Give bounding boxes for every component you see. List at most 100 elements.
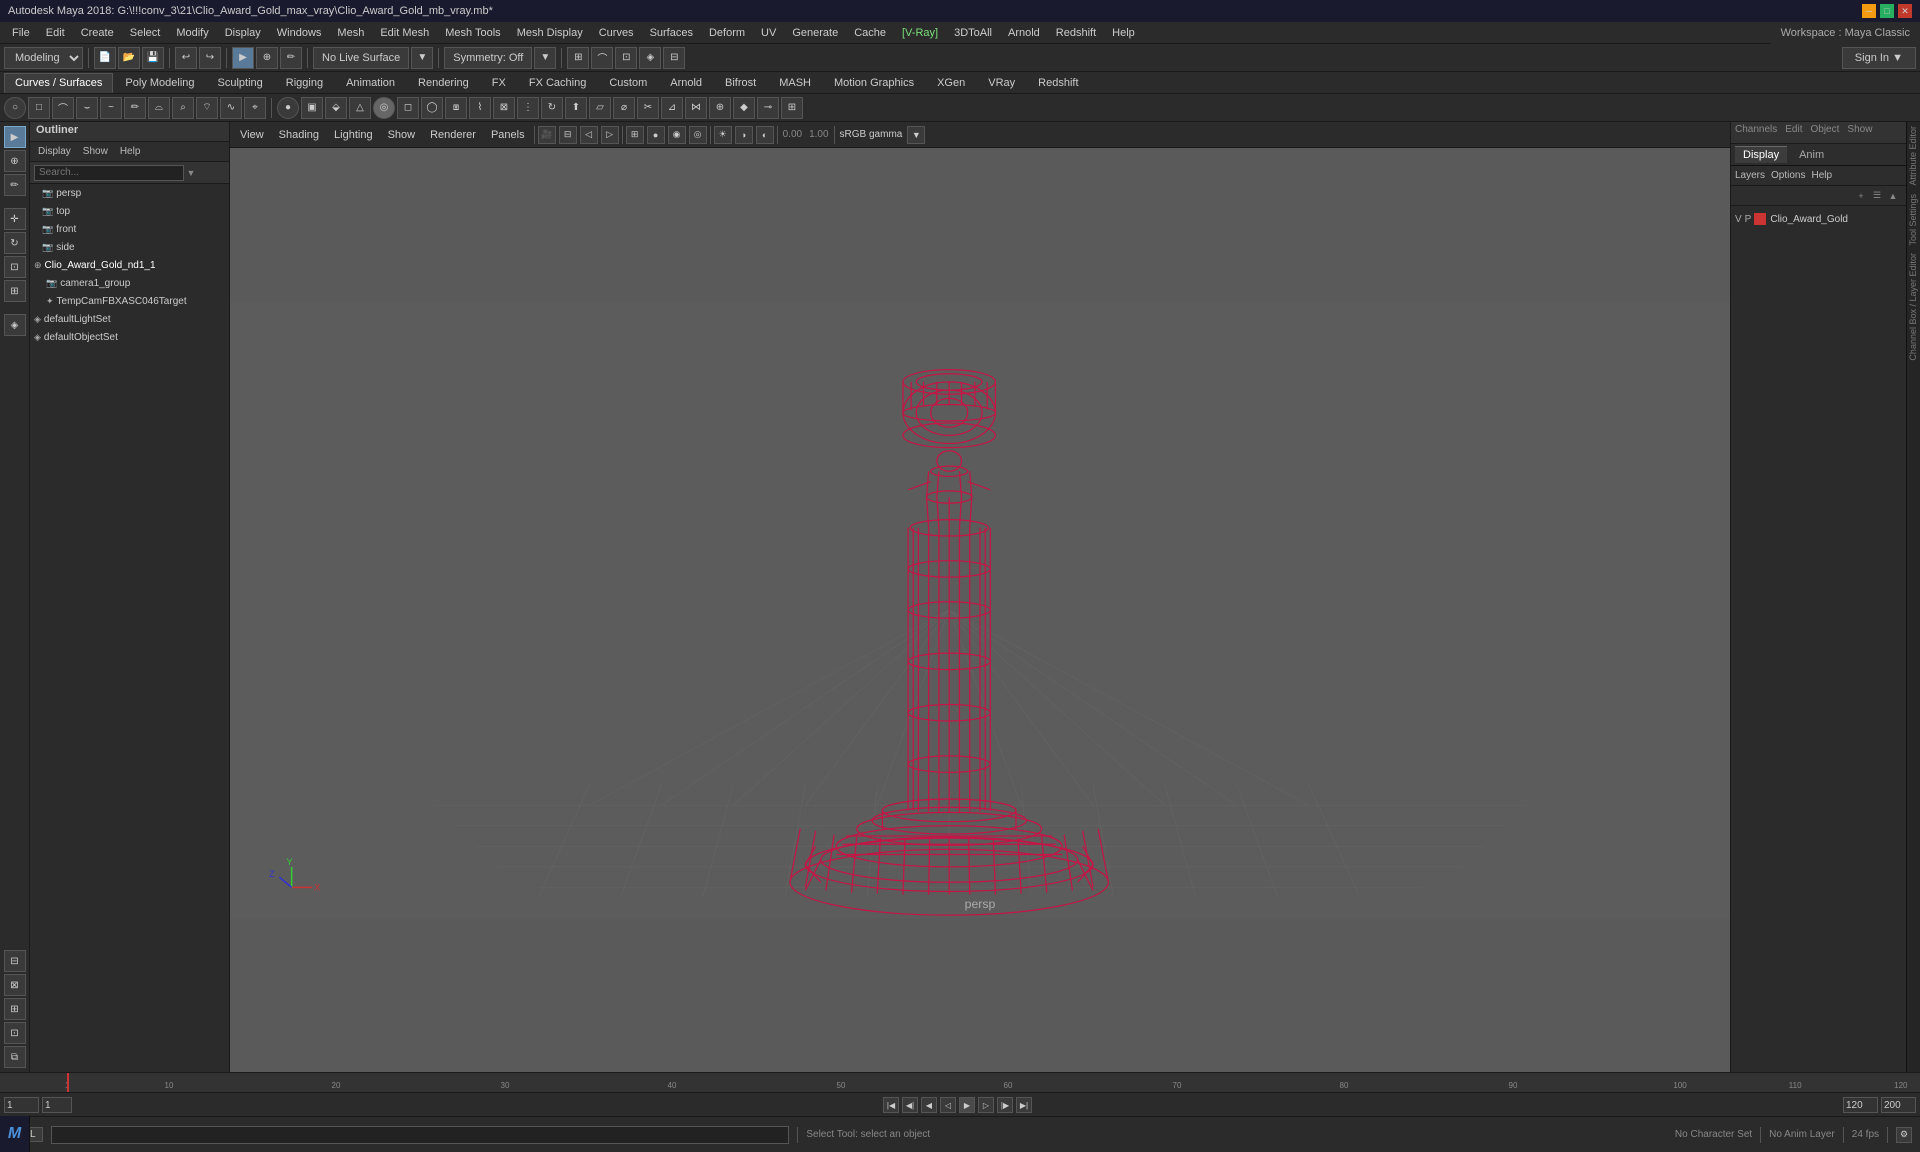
save-file-button[interactable]: 💾	[142, 47, 164, 69]
tab-rendering[interactable]: Rendering	[407, 73, 480, 93]
playback-start-input[interactable]	[42, 1097, 72, 1113]
tab-fx[interactable]: FX	[481, 73, 517, 93]
outliner-search-input[interactable]	[34, 165, 184, 181]
cv-curve-btn[interactable]: ⌒	[52, 97, 74, 119]
vp-menu-lighting[interactable]: Lighting	[328, 127, 379, 143]
outliner-menu-display[interactable]: Display	[34, 145, 75, 158]
paint-select-side[interactable]: ✏	[4, 174, 26, 196]
outliner-item-front[interactable]: 📷 front	[30, 220, 229, 238]
lattice-btn[interactable]: ⊞	[781, 97, 803, 119]
boundary-btn[interactable]: ⊠	[493, 97, 515, 119]
lasso-tool-button[interactable]: ⊕	[256, 47, 278, 69]
soft-mod-side[interactable]: ◈	[4, 314, 26, 336]
deform-btn[interactable]: ◆	[733, 97, 755, 119]
minimize-button[interactable]: ─	[1862, 4, 1876, 18]
quick-layout-3[interactable]: ⊞	[4, 998, 26, 1020]
menu-cache[interactable]: Cache	[846, 25, 894, 41]
torus-btn[interactable]: ◯	[421, 97, 443, 119]
close-button[interactable]: ✕	[1898, 4, 1912, 18]
freeform-btn[interactable]: ⌖	[244, 97, 266, 119]
menu-modify[interactable]: Modify	[168, 25, 216, 41]
menu-select[interactable]: Select	[122, 25, 169, 41]
outliner-item-side[interactable]: 📷 side	[30, 238, 229, 256]
menu-arnold[interactable]: Arnold	[1000, 25, 1048, 41]
menu-edit[interactable]: Edit	[38, 25, 73, 41]
mel-input[interactable]	[51, 1126, 790, 1144]
cone-btn[interactable]: △	[349, 97, 371, 119]
timeline-ruler[interactable]: 1 10 20 30 40 50 60 70 80 90 100 110 120	[0, 1073, 1920, 1093]
vp-menu-show[interactable]: Show	[382, 127, 422, 143]
arc-btn[interactable]: ⌓	[148, 97, 170, 119]
quick-layout-2[interactable]: ⊠	[4, 974, 26, 996]
outliner-item-persp[interactable]: 📷 persp	[30, 184, 229, 202]
vp-shadow-btn[interactable]: ◑	[735, 126, 753, 144]
redo-button[interactable]: ↪	[199, 47, 221, 69]
circle-btn[interactable]: ◎	[373, 97, 395, 119]
vp-menu-view[interactable]: View	[234, 127, 270, 143]
vp-view-back[interactable]: ◁	[580, 126, 598, 144]
mode-selector[interactable]: Modeling	[4, 47, 83, 69]
vp-menu-renderer[interactable]: Renderer	[424, 127, 482, 143]
nurbs-square-btn[interactable]: □	[28, 97, 50, 119]
vp-light-btn[interactable]: ☀	[714, 126, 732, 144]
sphere-btn[interactable]: ●	[277, 97, 299, 119]
open-file-button[interactable]: 📂	[118, 47, 140, 69]
symmetry-button[interactable]: Symmetry: Off	[444, 47, 532, 69]
vp-colorspace-btn[interactable]: ▼	[907, 126, 925, 144]
menu-mesh-tools[interactable]: Mesh Tools	[437, 25, 508, 41]
tab-redshift[interactable]: Redshift	[1027, 73, 1089, 93]
new-file-button[interactable]: 📄	[94, 47, 116, 69]
live-surface-button[interactable]: No Live Surface	[313, 47, 409, 69]
scale-tool-side[interactable]: ⊡	[4, 256, 26, 278]
menu-3dtoall[interactable]: 3DToAll	[946, 25, 1000, 41]
square-btn[interactable]: ◻	[397, 97, 419, 119]
outliner-menu-help[interactable]: Help	[116, 145, 145, 158]
menu-display[interactable]: Display	[217, 25, 269, 41]
step-fwd-btn[interactable]: ▷	[978, 1097, 994, 1113]
menu-file[interactable]: File	[4, 25, 38, 41]
nurbs-plane-btn[interactable]: ⧆	[445, 97, 467, 119]
prev-key-btn[interactable]: ◀|	[902, 1097, 918, 1113]
go-start-btn[interactable]: |◀	[883, 1097, 899, 1113]
viewport[interactable]: View Shading Lighting Show Renderer Pane…	[230, 122, 1730, 1072]
tab-animation[interactable]: Animation	[335, 73, 406, 93]
planar-btn[interactable]: ▱	[589, 97, 611, 119]
anim-tab[interactable]: Anim	[1791, 147, 1832, 163]
channel-box-tab[interactable]: Channel Box / Layer Editor	[1907, 249, 1919, 365]
ep-curve-btn[interactable]: ⌣	[76, 97, 98, 119]
move-tool-side[interactable]: ✛	[4, 208, 26, 230]
layer-options-btn[interactable]: ☰	[1870, 189, 1884, 203]
vp-camera-persp[interactable]: 🎥	[538, 126, 556, 144]
live-surface-arrow[interactable]: ▼	[411, 47, 433, 69]
outliner-item-lightset[interactable]: ◈ defaultLightSet	[30, 310, 229, 328]
two-pt-arc-btn[interactable]: ⌕	[172, 97, 194, 119]
symmetry-arrow[interactable]: ▼	[534, 47, 556, 69]
vp-view-fwd[interactable]: ▷	[601, 126, 619, 144]
attr-editor-tab[interactable]: Attribute Editor	[1907, 122, 1919, 190]
project-btn[interactable]: ⊿	[661, 97, 683, 119]
tab-curves-surfaces[interactable]: Curves / Surfaces	[4, 73, 113, 93]
display-tab[interactable]: Display	[1735, 146, 1787, 163]
tab-bifrost[interactable]: Bifrost	[714, 73, 767, 93]
current-frame-input[interactable]	[4, 1097, 39, 1113]
menu-generate[interactable]: Generate	[784, 25, 846, 41]
outliner-item-top[interactable]: 📷 top	[30, 202, 229, 220]
outliner-search-options[interactable]: ▼	[184, 166, 198, 180]
rotate-tool-side[interactable]: ↻	[4, 232, 26, 254]
outliner-menu-show[interactable]: Show	[79, 145, 112, 158]
layer-move-up[interactable]: ▲	[1886, 189, 1900, 203]
birail-btn[interactable]: ⌇	[469, 97, 491, 119]
vp-camera-top[interactable]: ⊟	[559, 126, 577, 144]
snap-grid-button[interactable]: ⊞	[567, 47, 589, 69]
menu-edit-mesh[interactable]: Edit Mesh	[372, 25, 437, 41]
tab-sculpting[interactable]: Sculpting	[207, 73, 274, 93]
stitch-btn[interactable]: ⋈	[685, 97, 707, 119]
menu-mesh-display[interactable]: Mesh Display	[509, 25, 591, 41]
tab-motion-graphics[interactable]: Motion Graphics	[823, 73, 925, 93]
options-menu[interactable]: Options	[1771, 170, 1805, 181]
tool-settings-tab[interactable]: Tool Settings	[1907, 190, 1919, 250]
status-settings-btn[interactable]: ⚙	[1896, 1127, 1912, 1143]
menu-deform[interactable]: Deform	[701, 25, 753, 41]
fillet-blend-btn[interactable]: ⌀	[613, 97, 635, 119]
menu-uv[interactable]: UV	[753, 25, 784, 41]
